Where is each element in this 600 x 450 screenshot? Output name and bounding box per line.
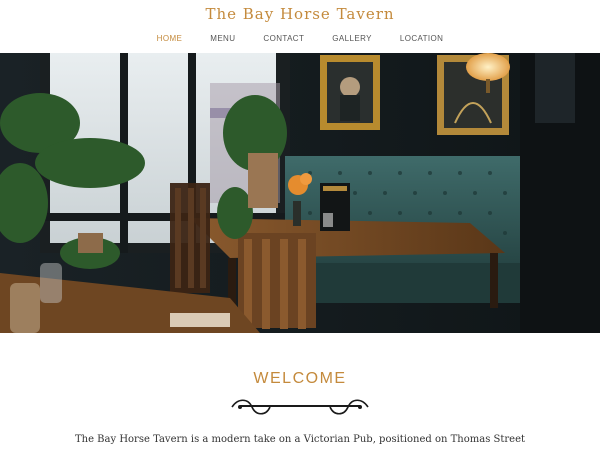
nav-item-location[interactable]: LOCATION	[386, 34, 458, 43]
hero-illustration	[0, 53, 600, 333]
welcome-heading: WELCOME	[253, 370, 347, 387]
nav-item-home[interactable]: HOME	[143, 34, 197, 43]
hero-image	[0, 53, 600, 333]
nav-item-menu[interactable]: MENU	[196, 34, 249, 43]
nav-item-contact[interactable]: CONTACT	[249, 34, 318, 43]
nav-item-gallery[interactable]: GALLERY	[318, 34, 386, 43]
main-nav: HOME MENU CONTACT GALLERY LOCATION	[0, 34, 600, 43]
site-title[interactable]: The Bay Horse Tavern	[0, 5, 600, 23]
site-header: The Bay Horse Tavern HOME MENU CONTACT G…	[0, 0, 600, 52]
ornamental-divider	[231, 399, 369, 415]
welcome-text: The Bay Horse Tavern is a modern take on…	[74, 434, 526, 445]
